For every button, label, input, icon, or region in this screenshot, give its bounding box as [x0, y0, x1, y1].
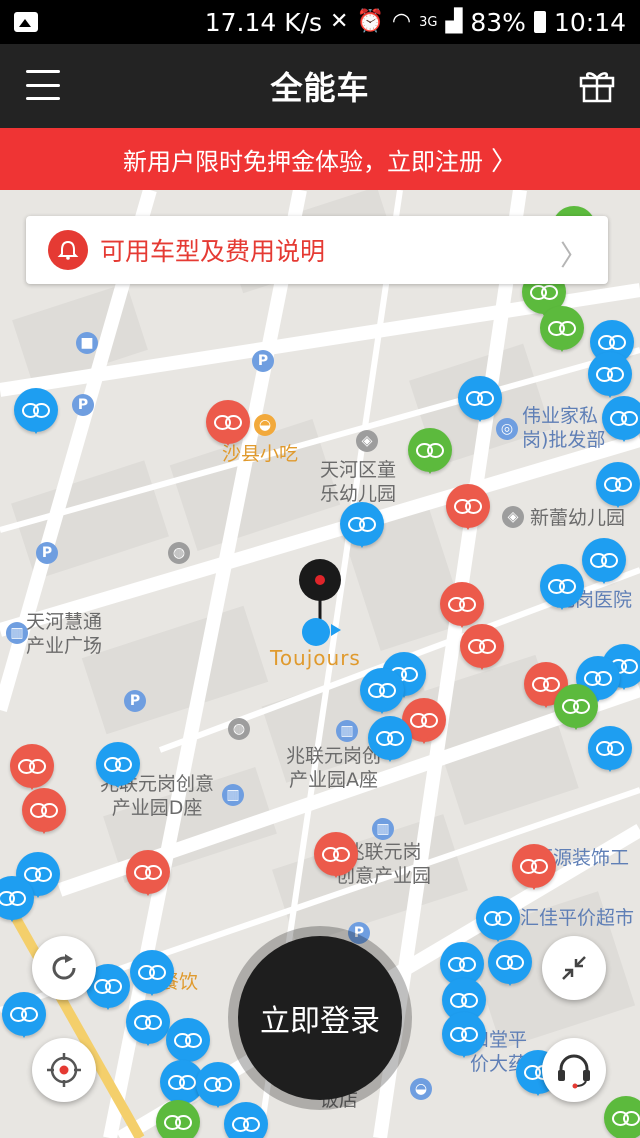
- bike-pin[interactable]: [340, 502, 384, 550]
- current-location-marker[interactable]: [297, 558, 343, 648]
- poi-label-weiye: 伟业家私 岗)批发部: [522, 405, 606, 451]
- school-icon: ◈: [356, 430, 378, 452]
- refresh-icon: [52, 954, 76, 980]
- wifi-icon: ◠: [391, 9, 412, 34]
- bike-pin[interactable]: [156, 1100, 200, 1138]
- bike-pin[interactable]: [130, 950, 174, 998]
- building-icon: ▥: [372, 818, 394, 840]
- status-bar: 17.14 K/s ✕ ⏰ ◠ 3G ▟ 83% 10:14: [0, 0, 640, 44]
- bike-pin[interactable]: [446, 484, 490, 532]
- bike-pin[interactable]: [458, 376, 502, 424]
- customer-service-button[interactable]: [542, 1038, 606, 1102]
- bike-pin[interactable]: [440, 582, 484, 630]
- collapse-arrows-icon: [562, 956, 586, 980]
- pricing-info-card[interactable]: 可用车型及费用说明 〉: [26, 216, 608, 284]
- alarm-icon: ⏰: [356, 9, 384, 34]
- bike-pin[interactable]: [604, 1096, 640, 1138]
- restroom-icon: ◍: [228, 718, 250, 740]
- bike-pin[interactable]: [10, 744, 54, 792]
- bike-pin[interactable]: [476, 896, 520, 944]
- battery-percent: 83%: [470, 7, 526, 37]
- gallery-notification-icon: [14, 12, 38, 32]
- network-speed: 17.14 K/s: [204, 7, 323, 37]
- poi-label-zhaolian-a: 兆联元岗创 产业园A座: [286, 745, 382, 791]
- bike-pin[interactable]: [540, 306, 584, 354]
- chevron-right-icon: 〉: [559, 239, 588, 272]
- restroom-icon: ◍: [168, 542, 190, 564]
- poi-label-huitong: 天河慧通 产业广场: [26, 611, 103, 657]
- poi-label-kindergarten: 天河区童 乐幼儿园: [320, 459, 397, 505]
- network-type: 3G: [419, 14, 438, 30]
- crosshair-icon: [47, 1053, 81, 1087]
- bike-pin[interactable]: [368, 716, 412, 764]
- bike-pin[interactable]: [126, 1000, 170, 1048]
- bike-pin[interactable]: [460, 624, 504, 672]
- bike-pin[interactable]: [14, 388, 58, 436]
- clock: 10:14: [553, 7, 626, 37]
- bike-pin[interactable]: [588, 352, 632, 400]
- bike-pin[interactable]: [166, 1018, 210, 1066]
- menu-icon[interactable]: [26, 70, 60, 100]
- restaurant-icon: ◒: [410, 1078, 432, 1100]
- bike-pin[interactable]: [314, 832, 358, 880]
- bike-pin[interactable]: [488, 940, 532, 988]
- current-location-label: Toujours: [270, 646, 361, 670]
- bike-pin[interactable]: [540, 564, 584, 612]
- bike-pin[interactable]: [602, 396, 640, 444]
- bike-pin[interactable]: [582, 538, 626, 586]
- headset-icon: [558, 1054, 590, 1089]
- poi-label-huijia: 汇佳平价超市: [520, 907, 635, 929]
- bell-icon: [48, 230, 88, 270]
- bike-pin[interactable]: [588, 726, 632, 774]
- register-banner[interactable]: 新用户限时免押金体验，立即注册 〉: [0, 128, 640, 190]
- building-icon: ▥: [336, 720, 358, 742]
- parking-icon: P: [36, 542, 58, 564]
- title-bar: 全能车: [0, 44, 640, 128]
- bike-pin[interactable]: [22, 788, 66, 836]
- chevron-right-icon: 〉: [490, 146, 517, 177]
- bike-pin[interactable]: [126, 850, 170, 898]
- battery-icon: [533, 11, 546, 33]
- signal-icon: ▟: [445, 9, 463, 34]
- register-banner-text: 新用户限时免押金体验，立即注册: [122, 147, 483, 176]
- locate-me-button[interactable]: [32, 1038, 96, 1102]
- login-button[interactable]: 立即登录: [238, 936, 402, 1100]
- bike-pin[interactable]: [408, 428, 452, 476]
- parking-icon: P: [252, 350, 274, 372]
- bus-stop-icon: ■: [76, 332, 98, 354]
- parking-icon: P: [348, 922, 370, 944]
- parking-icon: P: [124, 690, 146, 712]
- bike-pin[interactable]: [2, 992, 46, 1040]
- restaurant-icon: ◒: [254, 414, 276, 436]
- bike-pin[interactable]: [512, 844, 556, 892]
- bike-pin[interactable]: [596, 462, 640, 510]
- school-icon: ◈: [502, 506, 524, 528]
- app-screen: 17.14 K/s ✕ ⏰ ◠ 3G ▟ 83% 10:14 全能车 新用户限时…: [0, 0, 640, 1138]
- app-title: 全能车: [270, 69, 370, 107]
- bike-pin[interactable]: [554, 684, 598, 732]
- bike-pin[interactable]: [96, 742, 140, 790]
- bike-pin[interactable]: [360, 668, 404, 716]
- bike-pin[interactable]: [442, 1012, 486, 1060]
- gift-icon[interactable]: [578, 66, 616, 104]
- collapse-map-button[interactable]: [542, 936, 606, 1000]
- mute-icon: ✕: [330, 9, 349, 34]
- refresh-button[interactable]: [32, 936, 96, 1000]
- building-icon: ▥: [6, 622, 28, 644]
- bike-pin[interactable]: [0, 876, 34, 924]
- bike-pin[interactable]: [224, 1102, 268, 1138]
- pricing-info-label: 可用车型及费用说明: [100, 237, 326, 266]
- bike-pin[interactable]: [206, 400, 250, 448]
- building-icon: ▥: [222, 784, 244, 806]
- parking-icon: P: [72, 394, 94, 416]
